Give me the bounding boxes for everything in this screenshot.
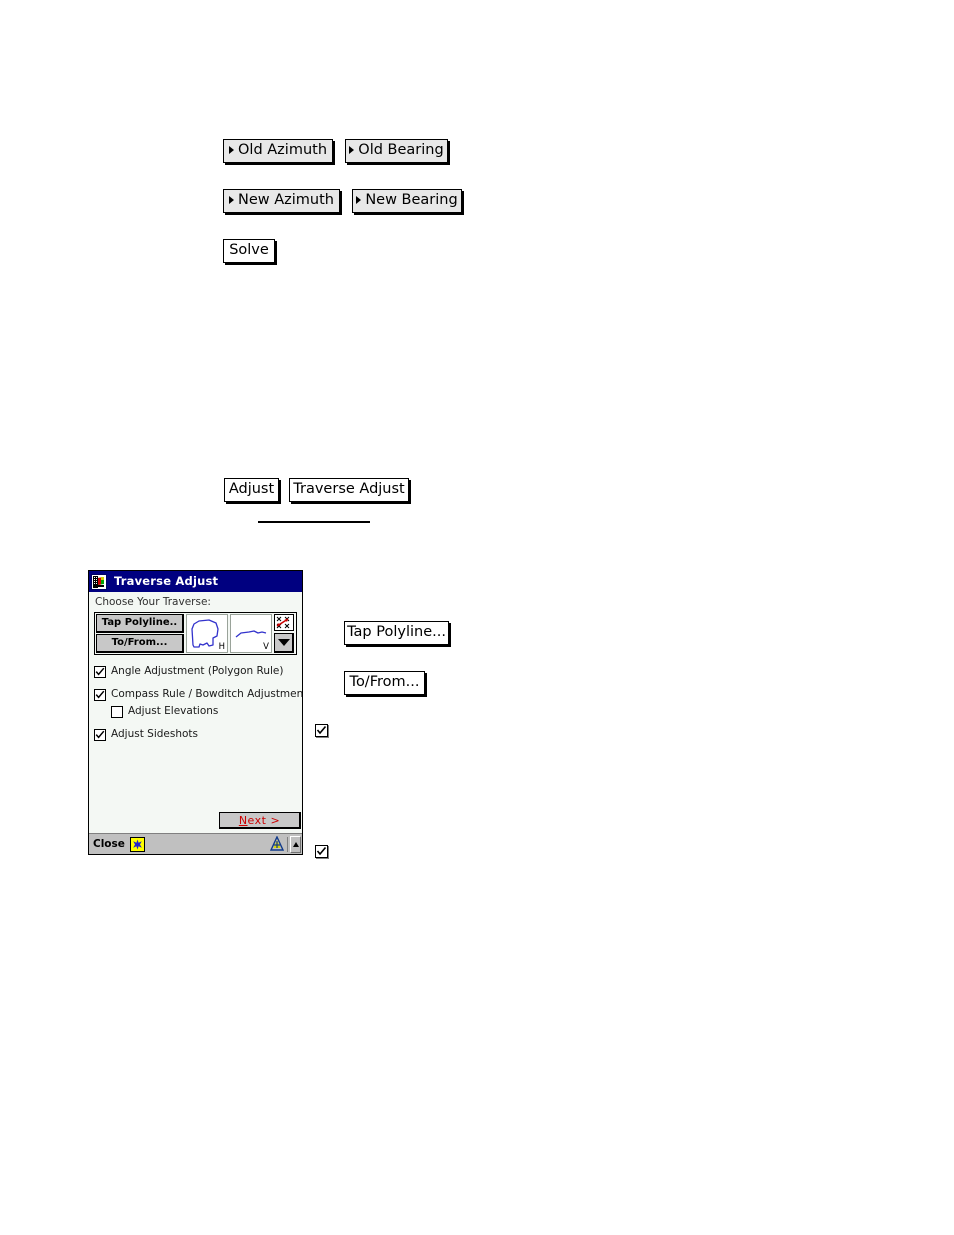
chooser-right-controls (274, 613, 294, 653)
triangle-right-icon (229, 196, 234, 205)
triangle-right-icon (229, 146, 234, 155)
check-icon (316, 725, 327, 735)
button-old-bearing-label: Old Bearing (358, 142, 444, 158)
chooser-buttons: Tap Polyline.. To/From... (96, 613, 184, 653)
check-icon (316, 846, 327, 856)
next-button-rest: ext > (247, 813, 281, 827)
button-new-bearing-label: New Bearing (365, 192, 458, 208)
dialog-statusbar: Close (89, 833, 302, 854)
checkbox-adjust-sideshots-label: Adjust Sideshots (111, 727, 199, 740)
callout-to-from-button[interactable]: To/From... (344, 671, 425, 695)
callout-tap-polyline-button[interactable]: Tap Polyline... (344, 621, 449, 645)
checkbox-adjust-elevations-label: Adjust Elevations (128, 704, 219, 717)
dialog-titlebar: Traverse Adjust (89, 571, 302, 592)
button-old-azimuth[interactable]: Old Azimuth (223, 139, 333, 163)
button-new-azimuth-label: New Azimuth (238, 192, 334, 208)
dialog-body: Choose Your Traverse: Tap Polyline.. To/… (89, 592, 302, 833)
tap-polyline-button[interactable]: Tap Polyline.. (96, 613, 184, 633)
traverse-adjust-dialog: Traverse Adjust Choose Your Traverse: Ta… (88, 570, 303, 855)
vertical-preview-label: V (263, 642, 269, 653)
button-adjust-label: Adjust (228, 481, 275, 497)
zoom-extents-icon[interactable] (274, 613, 294, 631)
horizontal-rule (258, 521, 370, 523)
survey-tripod-icon[interactable] (269, 836, 285, 852)
callout-tap-polyline-button-label: Tap Polyline... (347, 624, 446, 640)
callout-to-from-button-label: To/From... (349, 674, 420, 690)
chooser-label: Choose Your Traverse: (95, 596, 211, 608)
checkbox-compass-rule-label: Compass Rule / Bowditch Adjustment (111, 687, 303, 700)
solve-button-label: Solve (229, 242, 269, 258)
blue-star-icon[interactable] (129, 836, 145, 852)
button-traverse-adjust-label: Traverse Adjust (293, 481, 405, 497)
checkbox-checked-icon[interactable] (94, 688, 106, 701)
checkbox-checked-icon[interactable] (94, 728, 106, 741)
button-adjust[interactable]: Adjust (224, 478, 279, 502)
solve-button[interactable]: Solve (223, 239, 275, 263)
checkbox-adjust-sideshots[interactable]: Adjust Sideshots (94, 727, 297, 741)
vertical-preview[interactable]: V (230, 613, 272, 653)
checkbox-unchecked-icon[interactable] (111, 705, 123, 718)
checkbox-angle-adjustment[interactable]: Angle Adjustment (Polygon Rule) (94, 664, 297, 678)
checkbox-angle-adjustment-label: Angle Adjustment (Polygon Rule) (111, 664, 284, 677)
mini-checkbox-compass[interactable] (315, 724, 328, 737)
button-new-bearing[interactable]: New Bearing (352, 189, 462, 213)
traverse-chooser-group: Tap Polyline.. To/From... H V (94, 611, 297, 655)
horizontal-preview-label: H (218, 642, 225, 653)
chevron-down-icon[interactable] (274, 632, 294, 653)
mini-checkbox-sideshots[interactable] (315, 845, 328, 858)
button-old-azimuth-label: Old Azimuth (238, 142, 328, 158)
chevron-up-icon[interactable] (290, 835, 301, 853)
app-window-icon (91, 573, 107, 590)
close-button[interactable]: Close (93, 839, 125, 850)
statusbar-divider (287, 836, 288, 852)
next-button[interactable]: Next > (219, 812, 301, 829)
button-old-bearing[interactable]: Old Bearing (345, 139, 448, 163)
triangle-right-icon (356, 196, 362, 205)
triangle-right-icon (349, 146, 355, 155)
chevron-up-glyph (292, 841, 299, 847)
checkbox-compass-rule[interactable]: Compass Rule / Bowditch Adjustment (94, 688, 302, 701)
button-traverse-adjust[interactable]: Traverse Adjust (289, 478, 409, 502)
chevron-down-glyph (277, 638, 290, 646)
horizontal-preview[interactable]: H (186, 613, 228, 653)
adjustment-options-list: Angle Adjustment (Polygon Rule) Compass R… (94, 664, 302, 741)
checkbox-adjust-elevations[interactable]: Adjust Elevations (111, 704, 297, 718)
next-button-accel: N (238, 813, 248, 827)
dialog-title: Traverse Adjust (114, 573, 219, 588)
button-new-azimuth[interactable]: New Azimuth (223, 189, 340, 213)
checkbox-checked-icon[interactable] (94, 665, 106, 678)
to-from-button[interactable]: To/From... (96, 633, 184, 653)
